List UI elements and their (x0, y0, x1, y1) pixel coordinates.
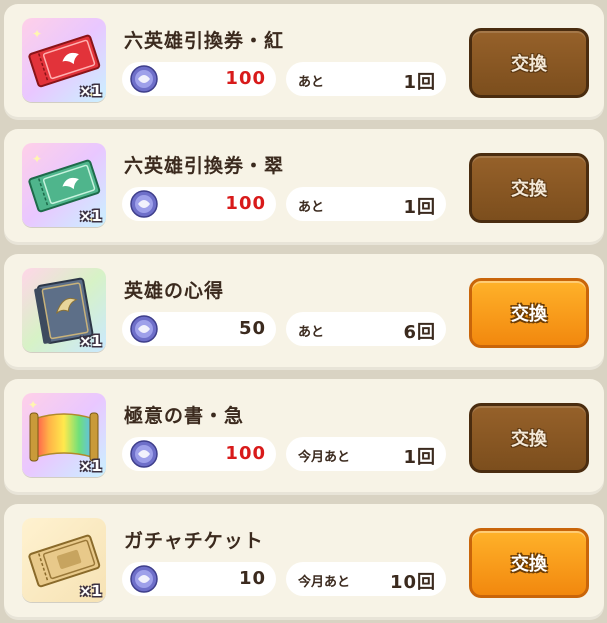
exchange-item-list: ✦ ✦ ×1 六英雄引換券・紅 100 あと 1回 交換 ✦ ✦ ×1 六英雄引… (0, 0, 607, 623)
price-value: 100 (225, 68, 266, 89)
limit-count: 10回 (389, 572, 436, 593)
red-ticket-icon: ✦ ✦ ×1 (22, 18, 106, 102)
limit-pill: あと 1回 (286, 62, 446, 96)
medal-coin-icon (130, 190, 158, 218)
price-value: 100 (225, 193, 266, 214)
limit-pill: あと 6回 (286, 312, 446, 346)
price-value: 100 (225, 443, 266, 464)
exchange-button[interactable]: 交換 (469, 278, 589, 348)
item-name: 英雄の心得 (124, 280, 225, 302)
price-pill: 100 (122, 62, 276, 96)
svg-text:✦: ✦ (32, 27, 42, 41)
quantity-label: ×1 (78, 582, 102, 600)
exchange-item-card: ✦ ✦ ×1 六英雄引換券・紅 100 あと 1回 交換 (4, 4, 604, 120)
medal-coin-icon (130, 440, 158, 468)
exchange-button[interactable]: 交換 (469, 153, 589, 223)
quantity-label: ×1 (78, 457, 102, 475)
medal-coin-icon (130, 65, 158, 93)
quantity-label: ×1 (78, 332, 102, 350)
exchange-button[interactable]: 交換 (469, 28, 589, 98)
item-name: 極意の書・急 (124, 405, 245, 427)
book-icon: ×1 (22, 268, 106, 352)
limit-count: 1回 (403, 197, 436, 218)
exchange-item-card: ✦ ×1 極意の書・急 100 今月あと 1回 交換 (4, 379, 604, 495)
exchange-button[interactable]: 交換 (469, 528, 589, 598)
limit-label: あと (298, 325, 325, 340)
quantity-label: ×1 (78, 207, 102, 225)
limit-label: あと (298, 200, 325, 215)
limit-pill: 今月あと 1回 (286, 437, 446, 471)
green-ticket-icon: ✦ ✦ ×1 (22, 143, 106, 227)
svg-text:✦: ✦ (28, 398, 38, 412)
price-pill: 50 (122, 312, 276, 346)
limit-label: 今月あと (298, 450, 351, 465)
limit-pill: あと 1回 (286, 187, 446, 221)
item-name: ガチャチケット (124, 530, 264, 552)
medal-coin-icon (130, 315, 158, 343)
exchange-item-card: ×1 ガチャチケット 10 今月あと 10回 交換 (4, 504, 604, 620)
svg-text:✦: ✦ (32, 152, 42, 166)
limit-label: あと (298, 75, 325, 90)
limit-count: 1回 (403, 447, 436, 468)
limit-pill: 今月あと 10回 (286, 562, 446, 596)
item-name: 六英雄引換券・紅 (124, 30, 285, 52)
price-pill: 100 (122, 187, 276, 221)
price-value: 50 (238, 318, 266, 339)
item-name: 六英雄引換券・翠 (124, 155, 285, 177)
limit-count: 6回 (403, 322, 436, 343)
gacha-ticket-icon: ×1 (22, 518, 106, 602)
quantity-label: ×1 (78, 82, 102, 100)
price-value: 10 (238, 568, 266, 589)
exchange-button[interactable]: 交換 (469, 403, 589, 473)
exchange-item-card: ✦ ✦ ×1 六英雄引換券・翠 100 あと 1回 交換 (4, 129, 604, 245)
scroll-icon: ✦ ×1 (22, 393, 106, 477)
price-pill: 100 (122, 437, 276, 471)
limit-label: 今月あと (298, 575, 351, 590)
exchange-item-card: ×1 英雄の心得 50 あと 6回 交換 (4, 254, 604, 370)
limit-count: 1回 (403, 72, 436, 93)
medal-coin-icon (130, 565, 158, 593)
price-pill: 10 (122, 562, 276, 596)
